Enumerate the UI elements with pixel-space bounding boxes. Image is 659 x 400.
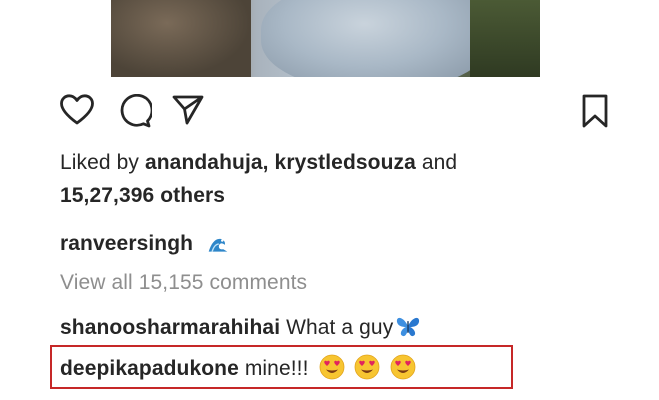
comment-icon[interactable] [118,94,152,128]
comment-row: deepikapadukone mine!!! [60,354,416,381]
author-username[interactable]: ranveersingh [60,232,193,255]
comment-row: shanoosharmarahihai What a guy [60,313,421,340]
liked-user-link[interactable]: anandahuja [145,151,263,174]
heart-eyes-emoji-icon [390,354,416,380]
likes-count[interactable]: 15,27,396 others [60,184,225,208]
liked-by-line: Liked by anandahuja, krystledsouza and [60,151,458,174]
heart-icon[interactable] [60,94,94,126]
comment-text: mine!!! [244,357,309,380]
caption-line: ranveersingh [60,232,233,256]
heart-eyes-emoji-icon [319,354,344,380]
liked-user-link[interactable]: krystledsouza [275,151,416,174]
view-all-comments-link[interactable]: View all 15,155 comments [60,271,307,295]
liked-joiner: and [421,151,458,174]
comment-text: What a guy [286,316,394,339]
post-image[interactable] [111,0,540,77]
liked-by-prefix: Liked by [60,151,140,174]
heart-eyes-emoji-icon [355,354,380,380]
blue-butterfly-emoji-icon [397,317,420,337]
share-icon[interactable] [172,94,204,126]
bookmark-icon[interactable] [582,94,608,128]
water-wave-emoji-icon [207,233,230,255]
comment-username[interactable]: shanoosharmarahihai [60,316,280,339]
comment-username[interactable]: deepikapadukone [60,357,239,380]
action-bar [60,92,611,132]
